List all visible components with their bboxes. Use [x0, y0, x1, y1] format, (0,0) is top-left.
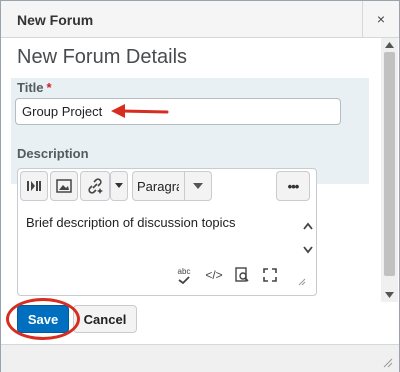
chevron-up-icon [385, 42, 394, 48]
insert-stuff-button[interactable] [20, 171, 48, 201]
new-forum-dialog: New Forum × New Forum Details Title* Des… [0, 0, 400, 372]
source-code-icon: </> [205, 268, 223, 282]
check-icon [178, 275, 190, 284]
close-button[interactable]: × [362, 1, 399, 37]
dialog-scrollbar[interactable] [381, 38, 398, 302]
preview-button[interactable] [230, 265, 254, 285]
dialog-content: New Forum Details Title* Description [1, 38, 381, 344]
insert-link-icon [88, 178, 103, 194]
chevron-down-icon [385, 292, 394, 298]
fullscreen-button[interactable] [258, 265, 282, 285]
title-label: Title * [17, 80, 52, 95]
red-arrow-annotation [111, 104, 169, 118]
insert-link-button[interactable] [80, 171, 110, 201]
preview-icon [235, 267, 249, 282]
dialog-titlebar: New Forum × [1, 1, 399, 38]
scroll-down-button[interactable] [381, 288, 398, 302]
source-code-button[interactable]: </> [202, 265, 226, 285]
editor-toolbar: Paragraph ••• [20, 171, 312, 203]
format-value: Paragraph [137, 179, 179, 194]
description-editor: Paragraph ••• Brief description of discu… [17, 168, 317, 296]
description-label: Description [17, 146, 89, 161]
chevron-down-icon [115, 183, 123, 188]
scroll-up-button[interactable] [381, 38, 398, 52]
resize-grip-icon[interactable] [381, 356, 393, 368]
title-input[interactable] [15, 98, 341, 125]
save-button[interactable]: Save [17, 305, 69, 333]
insert-link-dropdown[interactable] [110, 171, 128, 201]
editor-footer-tools: abc </> [172, 265, 312, 287]
chevron-down-icon [193, 183, 203, 189]
spellcheck-button[interactable]: abc [172, 265, 196, 285]
required-mark: * [46, 80, 52, 95]
editor-scroll-arrows [303, 222, 313, 254]
page-title: New Forum Details [17, 46, 188, 68]
dialog-footer [1, 344, 399, 372]
format-dropdown-toggle[interactable] [184, 172, 211, 200]
fullscreen-icon [263, 268, 277, 282]
more-options-icon: ••• [287, 178, 300, 194]
resize-grip-icon [298, 278, 306, 286]
scrollbar-thumb[interactable] [384, 52, 395, 276]
paragraph-format-select[interactable]: Paragraph [132, 171, 212, 201]
insert-stuff-icon [27, 181, 41, 191]
cancel-button[interactable]: Cancel [73, 305, 137, 333]
description-text[interactable]: Brief description of discussion topics [26, 215, 236, 230]
editor-scrollbar[interactable] [300, 207, 316, 263]
insert-image-button[interactable] [50, 171, 78, 201]
more-options-button[interactable]: ••• [276, 171, 310, 201]
close-icon: × [376, 11, 386, 27]
dialog-title: New Forum [17, 12, 94, 28]
insert-image-icon [56, 179, 72, 193]
title-label-text: Title [17, 80, 44, 95]
spellcheck-icon: abc [177, 266, 191, 276]
editor-resize-grip[interactable] [294, 271, 308, 291]
